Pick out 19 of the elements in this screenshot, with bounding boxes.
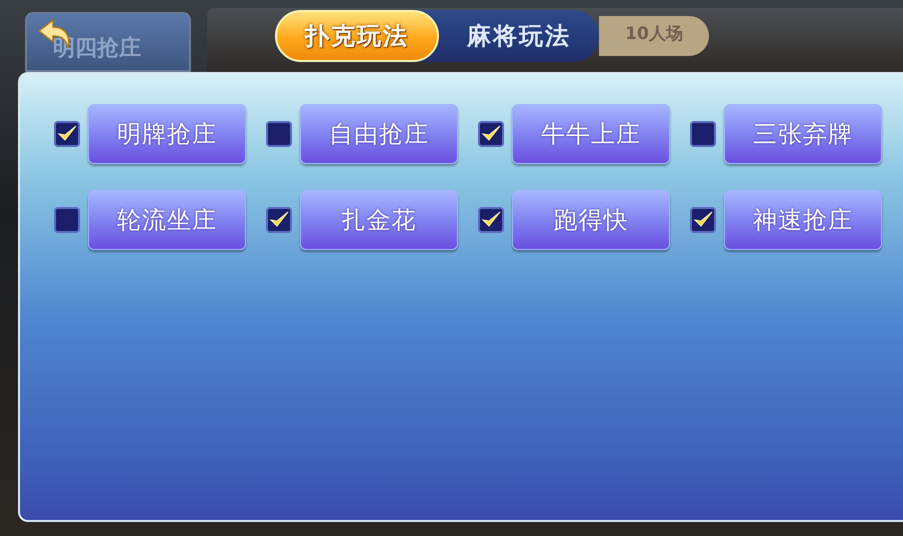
checkbox[interactable] bbox=[54, 207, 80, 233]
game-mode-button[interactable]: 轮流坐庄 bbox=[88, 190, 246, 250]
checkbox[interactable] bbox=[690, 207, 716, 233]
mode-tab[interactable]: 麻将玩法 bbox=[439, 10, 600, 62]
checkbox[interactable] bbox=[690, 121, 716, 147]
game-mode-button[interactable]: 自由抢庄 bbox=[300, 104, 458, 164]
game-mode-button[interactable]: 牛牛上庄 bbox=[512, 104, 670, 164]
checkbox[interactable] bbox=[266, 207, 292, 233]
game-mode-button[interactable]: 跑得快 bbox=[512, 190, 670, 250]
checkbox[interactable] bbox=[266, 121, 292, 147]
checkbox[interactable] bbox=[54, 121, 80, 147]
mode-tab[interactable]: 扑克玩法 bbox=[275, 10, 440, 62]
game-mode-button[interactable]: 三张弃牌 bbox=[724, 104, 882, 164]
checkbox[interactable] bbox=[478, 207, 504, 233]
game-mode-button[interactable]: 神速抢庄 bbox=[724, 190, 882, 250]
room-size-label: 10人场 bbox=[599, 16, 709, 56]
game-mode-button[interactable]: 明牌抢庄 bbox=[88, 104, 246, 164]
checkbox[interactable] bbox=[478, 121, 504, 147]
game-mode-button[interactable]: 扎金花 bbox=[300, 190, 458, 250]
